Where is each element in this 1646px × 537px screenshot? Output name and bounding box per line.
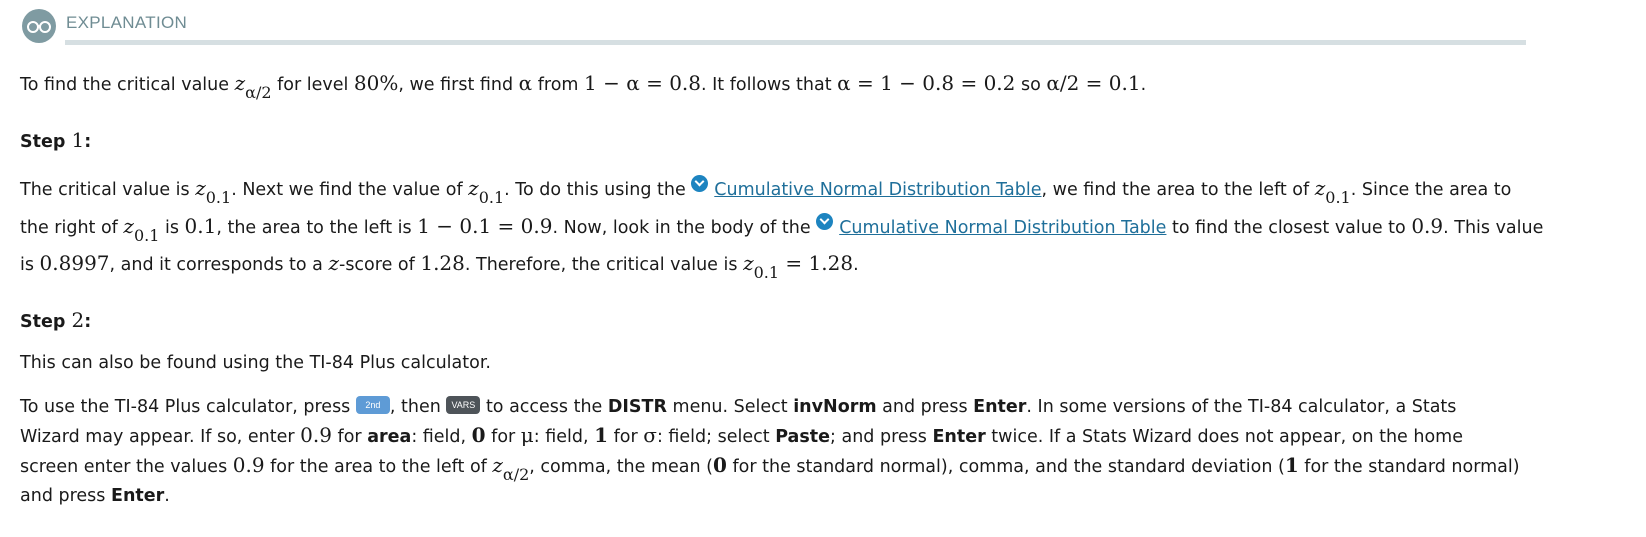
step-2-heading: Step 2: [20, 308, 92, 332]
table-link-icon[interactable] [691, 175, 709, 192]
step-1-line-1: The critical value is z0.1. Next we find… [20, 175, 1512, 207]
normal-table-link-2[interactable]: Cumulative Normal Distribution Table [839, 218, 1166, 238]
step-2-line-2: Wizard may appear. If so, enter 0.9 for … [20, 423, 1463, 447]
table-link-icon[interactable] [816, 213, 834, 230]
header-title: EXPLANATION [66, 13, 188, 32]
vars-key-icon: VARS [446, 396, 481, 414]
step-2-line-1: To use the TI-84 Plus calculator, press … [20, 396, 1457, 417]
step-1-heading: Step 1: [20, 128, 92, 152]
step-2-line-4: and press Enter. [20, 486, 170, 506]
step-1-line-2: the right of z0.1 is 0.1, the area to th… [20, 213, 1544, 245]
explanation-header: EXPLANATION [22, 6, 1526, 45]
step-2-intro: This can also be found using the TI-84 P… [20, 353, 491, 373]
header-divider [65, 40, 1526, 45]
glasses-icon [22, 9, 56, 43]
2nd-key-icon: 2nd [355, 396, 390, 414]
step-1-line-3: is 0.8997, and it corresponds to a z-sco… [20, 251, 859, 282]
intro-paragraph: To find the critical value zα/2 for leve… [20, 71, 1147, 102]
step-2-line-3: screen enter the values 0.9 for the area… [20, 453, 1520, 484]
normal-table-link-1[interactable]: Cumulative Normal Distribution Table [714, 180, 1041, 200]
